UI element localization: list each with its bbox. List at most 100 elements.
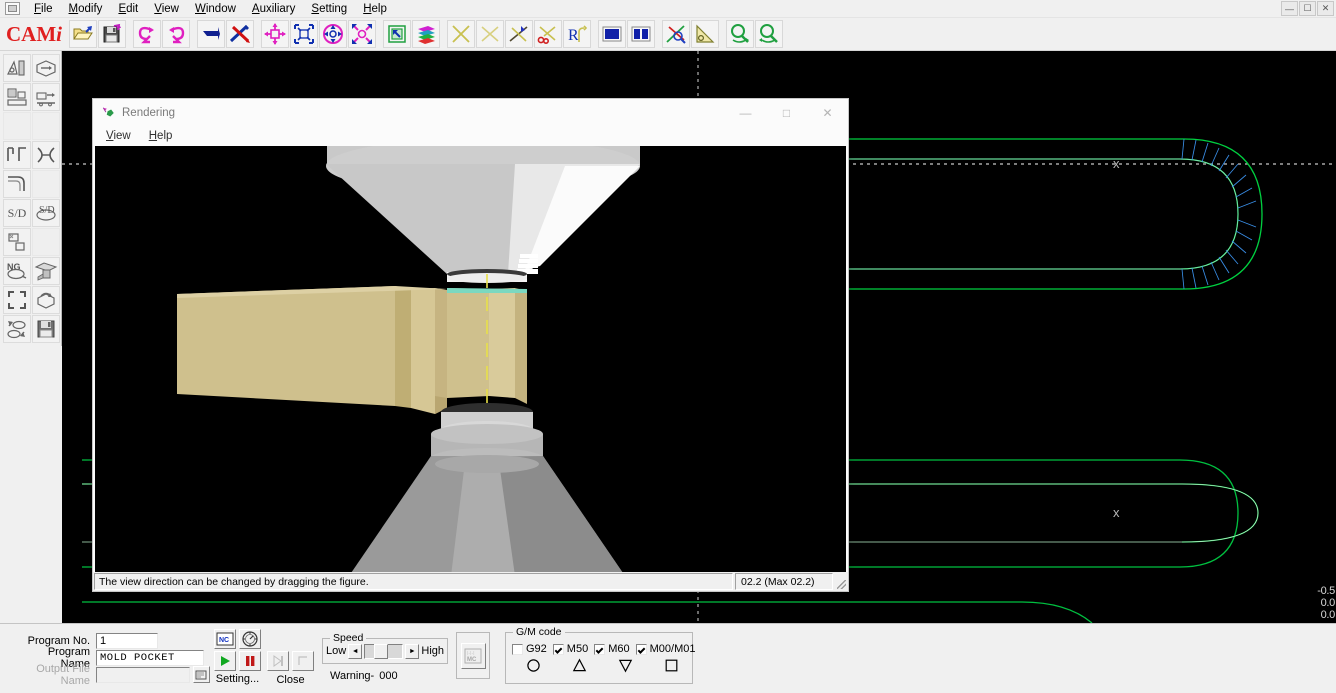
rendering-3d-viewport[interactable]	[95, 146, 846, 572]
browse-file-icon	[195, 670, 207, 679]
pocket-icon[interactable]	[3, 228, 31, 256]
rendering-dialog-statusbar: The view direction can be changed by dra…	[93, 572, 848, 591]
machine-icon[interactable]	[32, 257, 60, 285]
extend-line-icon[interactable]	[505, 20, 533, 48]
rendering-close-button[interactable]: ✕	[807, 99, 848, 127]
zoom-out-icon[interactable]	[755, 20, 783, 48]
setup-stock-icon[interactable]	[3, 83, 31, 111]
save-disk-icon[interactable]	[98, 20, 126, 48]
corner-shape-icon[interactable]	[3, 141, 31, 169]
stop-icon	[298, 656, 307, 665]
close-button-label[interactable]: Close	[267, 674, 314, 686]
m50-checkbox[interactable]	[552, 643, 564, 655]
undo-icon[interactable]	[133, 20, 161, 48]
gm-item-m50[interactable]: M50	[552, 643, 588, 655]
measure-angle-icon[interactable]	[662, 20, 690, 48]
step-forward-button[interactable]	[267, 651, 289, 671]
maximize-button[interactable]: ☐	[1299, 1, 1316, 16]
gm-item-m00-m01[interactable]: M00/M01	[635, 643, 696, 655]
scale-icon[interactable]	[290, 20, 318, 48]
triangle-ruler-icon[interactable]	[691, 20, 719, 48]
close-button[interactable]: ✕	[1317, 1, 1334, 16]
trim-line-icon[interactable]	[476, 20, 504, 48]
minimize-button[interactable]: —	[1281, 1, 1298, 16]
redo-icon[interactable]	[162, 20, 190, 48]
turning-tool-icon[interactable]	[3, 54, 31, 82]
cut-scissors-icon[interactable]	[534, 20, 562, 48]
transfer-stock-icon[interactable]	[32, 83, 60, 111]
rotate-icon[interactable]	[319, 20, 347, 48]
delete-line-icon[interactable]	[447, 20, 475, 48]
g92-checkbox[interactable]	[512, 643, 523, 655]
move-icon[interactable]	[261, 20, 289, 48]
speed-slider-track[interactable]	[364, 643, 404, 659]
rendering-minimize-button[interactable]: —	[725, 99, 766, 127]
rotate-solid-icon[interactable]	[32, 286, 60, 314]
m00-m01-checkbox[interactable]	[635, 643, 647, 655]
menu-help[interactable]: Help	[355, 2, 395, 16]
speed-dial-button[interactable]	[239, 629, 261, 649]
program-no-input[interactable]: 1	[96, 632, 158, 649]
speed-high-label: High	[421, 645, 444, 657]
menu-setting[interactable]: Setting	[303, 2, 355, 16]
coord-x: -0.5	[1317, 585, 1335, 597]
pen-tools-icon[interactable]	[226, 20, 254, 48]
stop-button[interactable]	[292, 651, 314, 671]
speed-slider-thumb[interactable]	[374, 643, 389, 659]
coord-y: 0.0	[1320, 597, 1336, 609]
setting-button[interactable]: Setting...	[214, 673, 261, 685]
nc-code-button[interactable]: NC	[214, 629, 236, 649]
fit-extent-icon[interactable]	[3, 286, 31, 314]
program-name-input[interactable]: MOLD POCKET	[96, 649, 204, 666]
copy-icon[interactable]	[383, 20, 411, 48]
menu-window[interactable]: Window	[187, 2, 244, 16]
rendering-menu-view[interactable]: View	[97, 130, 140, 142]
zoom-in-icon[interactable]	[726, 20, 754, 48]
gm-item-m60[interactable]: M60	[594, 643, 630, 655]
rendering-maximize-button[interactable]: □	[766, 99, 807, 127]
open-folder-icon[interactable]	[69, 20, 97, 48]
swap-shapes-icon[interactable]	[3, 315, 31, 343]
m00-m01-label: M00/M01	[649, 643, 696, 655]
gm-item-g92[interactable]: G92	[512, 643, 547, 655]
rendering-progress-text: 02.2 (Max 02.2)	[735, 573, 833, 590]
ng-check-icon[interactable]: NG	[3, 257, 31, 285]
output-file-input[interactable]	[96, 666, 190, 683]
main-window-controls: — ☐ ✕	[1281, 1, 1334, 16]
bottom-control-panel: Program No. 1 Program Name MOLD POCKET O…	[0, 623, 1336, 693]
browse-file-button[interactable]	[193, 666, 210, 683]
svg-text:S/D: S/D	[39, 205, 55, 216]
app-logo: CAM i	[0, 22, 69, 47]
mc-button[interactable]: I-I-I MC	[460, 642, 486, 669]
solid-rotate-icon[interactable]	[32, 54, 60, 82]
play-button[interactable]	[214, 651, 236, 671]
speed-increase-button[interactable]: ►	[405, 643, 420, 659]
sd-text-icon[interactable]: S/D	[3, 199, 31, 227]
curve-step-icon[interactable]	[3, 170, 31, 198]
menu-auxiliary[interactable]: Auxiliary	[244, 2, 303, 16]
menu-edit[interactable]: Edit	[110, 2, 146, 16]
rendering-menu-help[interactable]: Help	[140, 130, 182, 142]
menu-modify[interactable]: Modify	[61, 2, 111, 16]
app-logo-italic: i	[56, 21, 62, 46]
speed-group: Speed Low ◄ ► High	[322, 632, 448, 664]
cross-path-icon[interactable]	[32, 141, 60, 169]
rendering-dialog-titlebar[interactable]: Rendering — □ ✕	[93, 99, 848, 127]
radius-corner-icon[interactable]: R	[563, 20, 591, 48]
sd-solid-icon[interactable]: S/D	[32, 199, 60, 227]
pause-button[interactable]	[239, 651, 261, 671]
menu-view[interactable]: View	[146, 2, 187, 16]
system-menu-icon[interactable]	[5, 2, 20, 15]
speed-dial-icon	[242, 631, 258, 647]
speed-decrease-button[interactable]: ◄	[348, 643, 363, 659]
fill-solid-icon[interactable]	[598, 20, 626, 48]
m60-checkbox[interactable]	[594, 643, 606, 655]
pointer-arrow-icon[interactable]	[197, 20, 225, 48]
menu-file[interactable]: File	[26, 2, 61, 16]
rendering-resize-grip[interactable]	[834, 572, 848, 591]
g92-label: G92	[526, 643, 547, 655]
split-view-icon[interactable]	[627, 20, 655, 48]
save-floppy-icon[interactable]	[32, 315, 60, 343]
shrink-icon[interactable]	[348, 20, 376, 48]
layers-icon[interactable]	[412, 20, 440, 48]
